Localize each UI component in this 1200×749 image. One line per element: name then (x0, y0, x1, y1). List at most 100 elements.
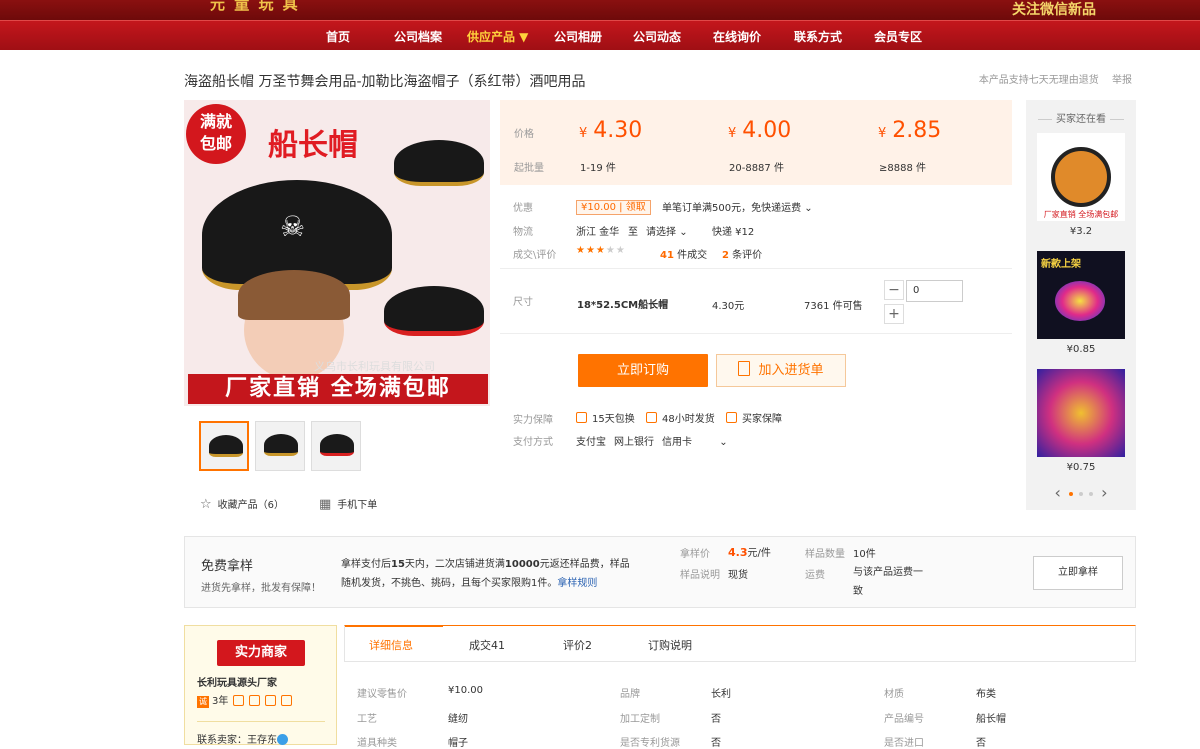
price-label: 价格 (514, 129, 534, 140)
chevron-down-icon: ⌄ (719, 437, 728, 448)
mobile-order-button[interactable]: ▦ 手机下单 (319, 496, 377, 512)
free-shipping-badge: 满就 包邮 (186, 104, 246, 164)
integrity-icon: 诚 (197, 696, 209, 708)
payment-credit[interactable]: 信用卡 ⌄ (662, 433, 728, 448)
strength-merchant-badge: 实力商家 (217, 640, 305, 666)
top-links: 本产品支持七天无理由退货 举报 (969, 71, 1132, 86)
guarantee-buyer[interactable]: 买家保障 (726, 410, 782, 425)
tab-reviews[interactable]: 评价2 (563, 637, 592, 653)
recommend-price-1: ¥3.2 (1069, 226, 1093, 237)
sample-freight: 与该产品运费一致 (853, 567, 923, 597)
shop-years: 诚 3年 (197, 692, 293, 708)
ship-from: 浙江 金华 (576, 227, 620, 238)
favorite-button[interactable]: ☆ 收藏产品（6） (200, 496, 284, 512)
size-stock: 7361 件可售 (804, 301, 863, 312)
moq-label: 起批量 (514, 163, 544, 174)
nav-item-album[interactable]: 公司相册 (554, 28, 602, 45)
exchange-icon (576, 412, 587, 423)
plus-button[interactable]: + (884, 304, 904, 324)
price-tier-1: ¥4.30 (579, 118, 643, 143)
coupon-get-link: 领取 (625, 202, 646, 213)
spec-value: 否 (976, 738, 986, 749)
skull-icon: ☠ (280, 210, 306, 243)
sidebar-title: 买家还在看 (1026, 110, 1136, 125)
spec-value: 帽子 (448, 738, 468, 749)
chevron-left-icon[interactable]: ‹ (1055, 483, 1061, 502)
recommend-item-1[interactable]: 厂家直销 全场满包邮 (1037, 133, 1125, 221)
sample-freight-label: 运费 (805, 570, 825, 581)
spec-label: 建议零售价 (357, 689, 407, 700)
hat-image-red-band (384, 286, 484, 336)
sidebar-pager: ‹ › (1026, 483, 1136, 502)
coupon[interactable]: ¥10.00 | 领取 (576, 198, 651, 215)
divider (500, 268, 1012, 269)
shop-name[interactable]: 长利玩具源头厂家 (197, 674, 277, 689)
recommend-item-2[interactable]: 新款上架 (1037, 251, 1125, 339)
chevron-right-icon[interactable]: › (1101, 483, 1107, 502)
ship-to-label: 至 (628, 227, 638, 238)
guarantee-exchange[interactable]: 15天包换 (576, 410, 635, 425)
chevron-down-icon: ⌄ (804, 203, 813, 214)
logistics-label: 物流 (513, 227, 533, 238)
nav-item-contact[interactable]: 联系方式 (794, 28, 842, 45)
guarantee-label: 实力保障 (513, 415, 553, 426)
sample-note: 现货 (728, 570, 748, 581)
image-title: 船长帽 (268, 128, 358, 163)
divider (500, 333, 1012, 334)
return-policy-link[interactable]: 本产品支持七天无理由退货 (979, 75, 1099, 86)
payment-bank: 网上银行 (614, 437, 654, 448)
hat-image-small (394, 140, 484, 186)
contact-seller[interactable]: 联系卖家：王存东 (197, 731, 288, 746)
nav-item-news[interactable]: 公司动态 (633, 28, 681, 45)
add-to-cart-button[interactable]: 加入进货单 (716, 354, 846, 387)
spec-value: ¥10.00 (448, 685, 483, 696)
badge-icon (233, 695, 245, 706)
quantity-input[interactable]: 0 (906, 280, 963, 302)
express-fee: 快递 ¥12 (712, 227, 755, 238)
promo-text[interactable]: 单笔订单满500元，免快递运费 ⌄ (662, 199, 813, 214)
thumbnail-2[interactable] (255, 421, 305, 471)
tab-order-info[interactable]: 订购说明 (648, 637, 692, 653)
main-product-image[interactable]: 满就 包邮 船长帽 ☠ 义乌市长利玩具有限公司 厂家直销 全场满包邮 (184, 100, 490, 406)
thumbnail-1[interactable] (199, 421, 249, 471)
qrcode-icon: ▦ (319, 497, 332, 512)
guarantee-shipping[interactable]: 48小时发货 (646, 410, 715, 425)
size-price: 4.30元 (712, 301, 745, 312)
spec-label: 道具种类 (357, 738, 397, 749)
spec-value: 船长帽 (976, 714, 1006, 725)
ship-to-select[interactable]: 请选择 ⌄ (646, 223, 688, 238)
rating-stars: ★★★★★ (576, 245, 626, 256)
rating-label: 成交\评价 (513, 250, 557, 261)
spec-value: 长利 (711, 689, 731, 700)
sample-rules-link[interactable]: 拿样规则 (557, 578, 597, 589)
promo-label: 优惠 (513, 203, 533, 214)
qty-tier-1: 1-19 件 (580, 163, 616, 174)
spec-label: 是否专利货源 (620, 738, 680, 749)
deals-link[interactable]: 41 件成交 (660, 246, 707, 261)
wechat-follow-link[interactable]: 关注微信新品 (1012, 0, 1096, 19)
recommend-price-3: ¥0.75 (1066, 462, 1096, 473)
nav-item-inquiry[interactable]: 在线询价 (713, 28, 761, 45)
brand-name: 元 童 玩 具 (210, 0, 300, 13)
nav-item-profile[interactable]: 公司档案 (394, 28, 442, 45)
nav-item-home[interactable]: 首页 (326, 28, 350, 45)
nav-item-members[interactable]: 会员专区 (874, 28, 922, 45)
reviews-link[interactable]: 2 条评价 (722, 246, 762, 261)
buy-now-button[interactable]: 立即订购 (578, 354, 708, 387)
detail-section: 详细信息 成交41 评价2 订购说明 建议零售价 ¥10.00 品牌 长利 材质… (344, 625, 1136, 749)
nav-item-products[interactable]: 供应产品 ▼ (467, 28, 528, 45)
thumbnail-3[interactable] (311, 421, 361, 471)
minus-button[interactable]: − (884, 280, 904, 300)
detail-tabs: 详细信息 成交41 评价2 订购说明 (344, 625, 1136, 662)
tab-details[interactable]: 详细信息 (345, 625, 443, 653)
price-tier-2: ¥4.00 (728, 118, 792, 143)
main-nav: 首页 公司档案 供应产品 ▼ 公司相册 公司动态 在线询价 联系方式 会员专区 (0, 20, 1200, 50)
recommend-item-3[interactable] (1037, 369, 1125, 457)
payment-alipay: 支付宝 (576, 437, 606, 448)
spec-value: 布类 (976, 689, 996, 700)
sample-qty: 10件 (853, 549, 876, 560)
get-sample-button[interactable]: 立即拿样 (1033, 556, 1123, 590)
report-link[interactable]: 举报 (1112, 75, 1132, 86)
tab-deals[interactable]: 成交41 (469, 637, 505, 653)
payment-label: 支付方式 (513, 437, 553, 448)
